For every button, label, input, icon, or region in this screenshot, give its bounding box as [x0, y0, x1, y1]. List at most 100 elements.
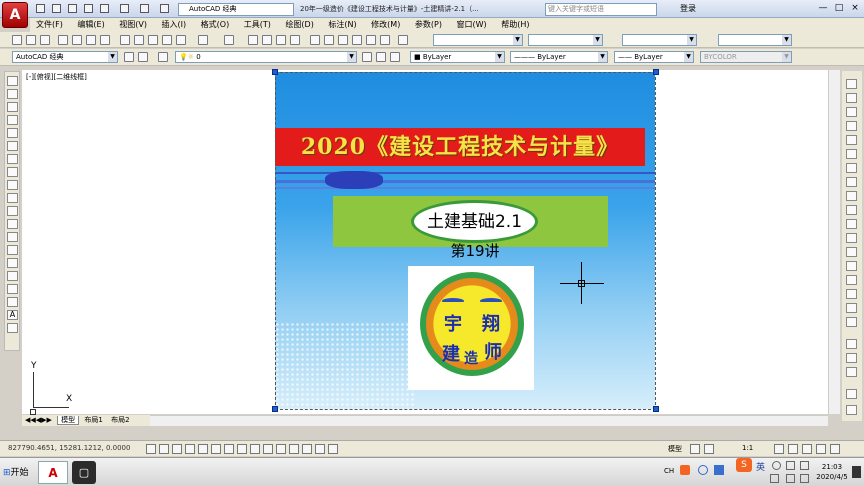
redo-icon[interactable] [140, 4, 149, 13]
text-style-combo[interactable]: ▼ [433, 34, 523, 46]
minimize-button[interactable]: — [816, 2, 830, 15]
sheet-set-icon[interactable] [352, 35, 362, 45]
quick-view-drawings-icon[interactable] [704, 444, 714, 454]
chamfer-icon[interactable] [846, 275, 857, 285]
video-app-icon[interactable]: ▢ [72, 461, 96, 484]
join-icon[interactable] [846, 261, 857, 271]
scale-icon[interactable] [846, 177, 857, 187]
copy-icon[interactable] [134, 35, 144, 45]
save-icon[interactable] [40, 35, 50, 45]
layer-state-icon[interactable] [390, 52, 400, 62]
tab-nav-icon[interactable]: ◀◀◀▶▶ [22, 416, 55, 424]
ellipse-icon[interactable] [7, 193, 18, 203]
arc-icon[interactable] [7, 141, 18, 151]
color-combo[interactable]: ■ ByLayer ▼ [410, 51, 505, 63]
properties-icon[interactable] [310, 35, 320, 45]
menu-window[interactable]: 窗口(W) [451, 18, 493, 32]
open-icon[interactable] [26, 35, 36, 45]
menu-dimension[interactable]: 标注(N) [322, 18, 362, 32]
new-icon[interactable] [36, 4, 45, 13]
menu-parametric[interactable]: 参数(P) [409, 18, 448, 32]
saveas-icon[interactable] [84, 4, 93, 13]
menu-file[interactable]: 文件(F) [30, 18, 69, 32]
start-button[interactable]: ⊞开始 [3, 463, 33, 483]
save-icon[interactable] [68, 4, 77, 13]
layer-properties-icon[interactable] [158, 52, 168, 62]
cut-icon[interactable] [120, 35, 130, 45]
dim-style-combo[interactable]: ▼ [528, 34, 603, 46]
dropdown-icon[interactable] [160, 4, 169, 13]
osnap-icon[interactable] [211, 444, 221, 454]
plotstyle-combo[interactable]: BYCOLOR ▼ [700, 51, 792, 63]
ducs-icon[interactable] [250, 444, 260, 454]
point-icon[interactable] [7, 245, 18, 255]
design-center-icon[interactable] [324, 35, 334, 45]
extend-icon[interactable] [846, 219, 857, 229]
workspace-selector[interactable]: AutoCAD 经典 [178, 3, 294, 16]
tool-palettes-icon[interactable] [338, 35, 348, 45]
undo-icon[interactable] [120, 4, 129, 13]
paste-icon[interactable] [148, 35, 158, 45]
dim-style-icon[interactable] [846, 389, 857, 399]
menu-tools[interactable]: 工具(T) [238, 18, 277, 32]
redo-icon[interactable] [224, 35, 234, 45]
table-icon[interactable] [7, 297, 18, 307]
lineweight-toggle-icon[interactable] [276, 444, 286, 454]
horizontal-scrollbar[interactable] [150, 415, 828, 426]
workspace-combo[interactable]: AutoCAD 经典 ▼ [12, 51, 118, 63]
otrack-icon[interactable] [237, 444, 247, 454]
volume-icon[interactable] [786, 474, 795, 483]
dim-linear-icon[interactable] [846, 353, 857, 363]
menu-view[interactable]: 视图(V) [113, 18, 153, 32]
ime-mic-icon[interactable] [786, 461, 795, 470]
copy-object-icon[interactable] [846, 93, 857, 103]
app-logo[interactable]: A [2, 2, 28, 28]
zoom-realtime-icon[interactable] [262, 35, 272, 45]
layer-combo[interactable]: 💡☼ 0 ▼ [175, 51, 357, 63]
add-selected-icon[interactable] [7, 323, 18, 333]
spline-icon[interactable] [7, 180, 18, 190]
make-current-layer-icon[interactable] [362, 52, 372, 62]
mleader-style-combo[interactable]: ▼ [718, 34, 792, 46]
grip-handle[interactable] [653, 69, 659, 75]
plot-icon[interactable] [100, 4, 109, 13]
clock[interactable]: 21:03 2020/4/5 [812, 462, 852, 482]
blend-icon[interactable] [846, 303, 857, 313]
quickcalc-icon[interactable] [380, 35, 390, 45]
ime-keyboard-icon[interactable] [800, 461, 809, 470]
markup-icon[interactable] [366, 35, 376, 45]
new-icon[interactable] [12, 35, 22, 45]
mtext-icon[interactable]: A [7, 310, 18, 320]
tray-icon[interactable] [770, 474, 779, 483]
publish-icon[interactable] [86, 35, 96, 45]
rotate-icon[interactable] [846, 163, 857, 173]
polyline-icon[interactable] [7, 102, 18, 112]
move-icon[interactable] [846, 149, 857, 159]
make-block-icon[interactable] [7, 232, 18, 242]
selection-cycling-icon[interactable] [315, 444, 325, 454]
break-at-point-icon[interactable] [846, 233, 857, 243]
workspace-toggle-icon[interactable] [138, 52, 148, 62]
isolate-objects-icon[interactable] [816, 444, 826, 454]
help-icon[interactable] [398, 35, 408, 45]
table-style-combo[interactable]: ▼ [622, 34, 697, 46]
menu-modify[interactable]: 修改(M) [365, 18, 406, 32]
region-icon[interactable] [7, 284, 18, 294]
stretch-icon[interactable] [846, 191, 857, 201]
menu-draw[interactable]: 绘图(D) [279, 18, 319, 32]
match-properties-icon[interactable] [162, 35, 172, 45]
login-button[interactable]: 登录 [680, 3, 696, 15]
pan-icon[interactable] [248, 35, 258, 45]
snap-mode-icon[interactable] [159, 444, 169, 454]
viewport-controls[interactable]: [-][俯视][二维线框] [26, 72, 87, 82]
dyn-icon[interactable] [263, 444, 273, 454]
hardware-accel-icon[interactable] [802, 444, 812, 454]
open-icon[interactable] [52, 4, 61, 13]
construction-line-icon[interactable] [7, 89, 18, 99]
workspace-switch-icon[interactable] [774, 444, 784, 454]
mirror-icon[interactable] [846, 107, 857, 117]
help-search-input[interactable]: 键入关键字或短语 [545, 3, 657, 16]
quick-properties-icon[interactable] [302, 444, 312, 454]
lineweight-combo[interactable]: —— ByLayer ▼ [614, 51, 694, 63]
array-icon[interactable] [846, 135, 857, 145]
